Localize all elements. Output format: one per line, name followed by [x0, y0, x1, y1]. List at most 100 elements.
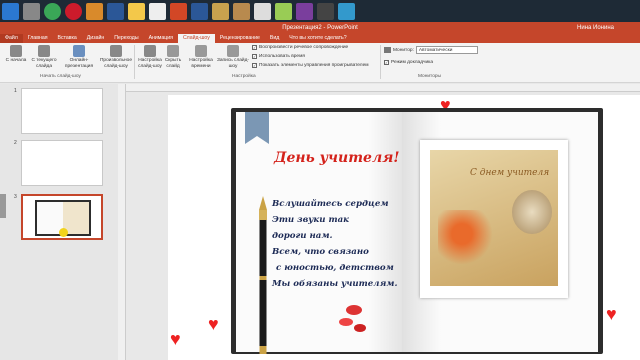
checkbox-box[interactable]: ✓ — [252, 45, 257, 50]
doc-icon-2[interactable] — [254, 2, 271, 20]
poem-text[interactable]: Вслушайтесь сердцем Эти звуки так дороги… — [262, 196, 402, 292]
monitor-value: Автоматически — [418, 48, 453, 53]
slide-number: 2 — [14, 140, 17, 146]
tab-file[interactable]: Файл — [0, 34, 23, 43]
tell-me-search[interactable]: Что вы хотите сделать? — [284, 34, 351, 43]
monitor-icon — [384, 47, 391, 53]
opera-icon[interactable] — [65, 2, 82, 20]
online-label: Онлайн-презентация — [64, 58, 94, 69]
timings-label: Использовать время — [259, 54, 305, 59]
custom-show-icon — [110, 45, 122, 57]
slide-thumbnail-1[interactable] — [21, 88, 103, 134]
word-icon[interactable] — [107, 2, 124, 20]
tab-slideshow[interactable]: Слайд-шоу — [177, 34, 215, 43]
from-start-button[interactable]: С начала — [2, 45, 30, 64]
heart-decoration: ♥ — [606, 304, 617, 324]
slide-number: 3 — [14, 194, 17, 200]
tab-animation[interactable]: Анимация — [144, 34, 178, 43]
custom-show-button[interactable]: Произвольное слайд-шоу — [98, 45, 134, 69]
heart-decoration: ♥ — [208, 314, 219, 334]
monitor-selector: Монитор: Автоматически — [384, 46, 478, 54]
controls-checkbox[interactable]: ✓ Показать элементы управления проигрыва… — [252, 63, 369, 68]
rehearse-label: Настройка времени — [189, 58, 213, 69]
card-text: С днем учителя — [470, 168, 550, 178]
vertical-ruler — [118, 84, 126, 360]
globe-image — [512, 190, 552, 234]
hide-slide-icon — [167, 45, 179, 57]
tab-insert[interactable]: Вставка — [53, 34, 82, 43]
monitor-dropdown[interactable]: Автоматически — [415, 46, 478, 54]
presenter-view-checkbox[interactable]: ✓ Режим докладчика — [384, 60, 433, 65]
slides-panel: 1 2 3 — [0, 84, 118, 360]
slide-number: 1 — [14, 88, 17, 94]
app-icon-4[interactable] — [338, 2, 355, 20]
tab-view[interactable]: Вид — [265, 34, 284, 43]
online-icon — [73, 45, 85, 57]
slide-thumbnail-2[interactable] — [21, 140, 103, 186]
image-icon[interactable] — [212, 2, 229, 20]
window-title: Презентация2 - PowerPoint — [282, 25, 358, 31]
winrar-icon[interactable] — [296, 2, 313, 20]
explorer-icon[interactable] — [128, 2, 145, 20]
app-icon[interactable] — [86, 2, 103, 20]
slideshow-start-icon — [10, 45, 22, 57]
checkbox-box[interactable]: ✓ — [384, 60, 389, 65]
word-icon-2[interactable] — [191, 2, 208, 20]
windows-taskbar — [0, 0, 640, 22]
monitor-label: Монитор: — [393, 47, 414, 53]
timer-icon — [195, 45, 207, 57]
setup-label: Настройка слайд-шоу — [138, 58, 162, 69]
app-icon-2[interactable] — [275, 2, 292, 20]
presenter-view-label: Режим докладчика — [391, 60, 434, 65]
from-start-label: С начала — [5, 58, 27, 63]
narration-checkbox[interactable]: ✓ Воспроизвести речевое сопровождение — [252, 45, 348, 50]
divider — [380, 45, 381, 79]
poem-line: Мы обязаны учителям. — [272, 279, 398, 289]
hide-slide-button[interactable]: Скрыть слайд — [162, 45, 184, 69]
title-bar: Презентация2 - PowerPoint Нина Ионина — [0, 22, 640, 34]
greeting-picture[interactable]: С днем учителя — [420, 140, 568, 298]
slideshow-current-icon — [38, 45, 50, 57]
checkbox-box[interactable]: ✓ — [252, 54, 257, 59]
custom-show-label: Произвольное слайд-шоу — [99, 58, 132, 69]
setup-show-button[interactable]: Настройка слайд-шоу — [136, 45, 164, 69]
timings-checkbox[interactable]: ✓ Использовать время — [252, 54, 305, 59]
user-name[interactable]: Нина Ионина — [577, 25, 614, 31]
setup-icon — [144, 45, 156, 57]
poem-line: с юностью, детством — [276, 263, 394, 273]
from-current-label: С текущего слайда — [31, 58, 57, 69]
chrome-icon[interactable] — [44, 2, 61, 20]
tab-review[interactable]: Рецензирование — [215, 34, 265, 43]
narration-label: Воспроизвести речевое сопровождение — [259, 45, 349, 50]
poem-line: Вслушайтесь сердцем — [272, 199, 389, 209]
record-label: Запись слайд-шоу — [216, 58, 249, 69]
heart-decoration: ♥ — [170, 329, 181, 349]
group-setup-label: Настройка — [232, 74, 256, 79]
tab-transitions[interactable]: Переходы — [109, 34, 143, 43]
doc-icon[interactable] — [149, 2, 166, 20]
slide-heading[interactable]: День учителя! — [274, 150, 400, 166]
from-current-button[interactable]: С текущего слайда — [30, 45, 58, 69]
files-icon[interactable] — [23, 2, 40, 20]
powerpoint-icon[interactable] — [170, 2, 187, 20]
checkbox-box[interactable]: ✓ — [252, 63, 257, 68]
tab-home[interactable]: Главная — [23, 34, 53, 43]
slide-thumbnail-3[interactable] — [21, 194, 103, 240]
petals-decoration — [339, 305, 366, 332]
poem-line: Эти звуки так — [272, 215, 349, 225]
tab-design[interactable]: Дизайн — [82, 34, 109, 43]
ribbon-tabs: Файл Главная Вставка Дизайн Переходы Ани… — [0, 34, 640, 43]
hide-slide-label: Скрыть слайд — [164, 58, 182, 69]
online-present-button[interactable]: Онлайн-презентация — [62, 45, 96, 69]
group-start-label: Начать слайд-шоу — [40, 74, 81, 79]
divider — [134, 45, 135, 79]
group-monitors-label: Мониторы — [418, 74, 441, 79]
start-icon[interactable] — [2, 2, 19, 20]
rehearse-button[interactable]: Настройка времени — [186, 45, 216, 69]
app-icon-3[interactable] — [317, 2, 334, 20]
side-handle[interactable] — [0, 194, 6, 218]
record-button[interactable]: Запись слайд-шоу — [216, 45, 250, 69]
cursor-highlight — [59, 228, 68, 237]
image-icon-2[interactable] — [233, 2, 250, 20]
controls-label: Показать элементы управления проигрывате… — [259, 63, 369, 68]
